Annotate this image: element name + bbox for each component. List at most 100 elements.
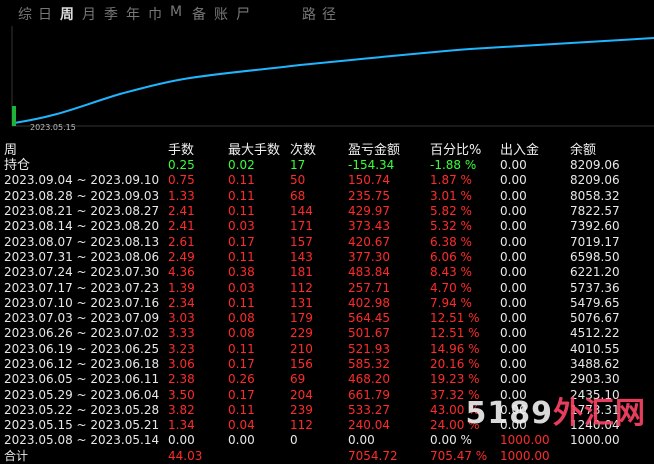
table-row[interactable]: 2023.08.28 ~ 2023.09.03 1.33 0.11 68 235.75 3… <box>4 189 650 204</box>
week-max-lots: 0.11 <box>228 402 255 417</box>
week-inout: 0.00 <box>500 372 527 387</box>
week-pct: 6.38 % <box>430 234 472 249</box>
week-lots: 3.06 <box>168 357 195 371</box>
watermark-text: 5189 <box>465 396 553 431</box>
week-pnl: 420.67 <box>348 234 390 249</box>
column-header-7[interactable]: 余额 <box>570 139 650 158</box>
week-lots: 2.61 <box>168 234 195 249</box>
tab-13[interactable]: 路 <box>302 4 316 24</box>
tab-1[interactable]: 日 <box>38 4 52 24</box>
column-header-1[interactable]: 手数 <box>168 139 228 158</box>
week-period: 2023.05.15 ~ 2023.05.21 <box>4 418 160 433</box>
week-lots: 3.03 <box>168 311 195 326</box>
week-lots: 1.33 <box>168 188 195 203</box>
week-pnl: 661.79 <box>348 387 390 402</box>
tab-10[interactable]: 尸 <box>236 4 250 24</box>
table-row[interactable]: 2023.07.24 ~ 2023.07.30 4.36 0.38 181 483.84… <box>4 265 650 280</box>
table-row[interactable]: 2023.06.19 ~ 2023.06.25 3.23 0.11 210 521.93… <box>4 342 650 357</box>
tab-14[interactable]: 径 <box>322 4 336 24</box>
week-inout: 0.00 <box>500 341 527 356</box>
week-lots: 4.36 <box>168 265 195 280</box>
tab-8[interactable]: 备 <box>192 4 206 24</box>
balance-chart <box>0 26 654 138</box>
hold-balance: 8209.06 <box>570 158 620 173</box>
week-pct: 12.51 % <box>430 311 480 326</box>
week-balance: 3488.62 <box>570 357 620 371</box>
week-pnl: 240.04 <box>348 418 390 433</box>
week-count: 144 <box>290 204 313 219</box>
table-row[interactable]: 2023.07.10 ~ 2023.07.16 2.34 0.11 131 402.98… <box>4 296 650 311</box>
tab-3[interactable]: 月 <box>82 4 96 24</box>
week-inout: 0.00 <box>500 326 527 341</box>
week-pnl: 564.45 <box>348 311 390 326</box>
table-row[interactable]: 2023.08.21 ~ 2023.08.27 2.41 0.11 144 429.97… <box>4 204 650 219</box>
tab-6[interactable]: 巾 <box>148 4 162 24</box>
hold-inout: 0.00 <box>500 158 527 173</box>
watermark-text-2: 外汇网 <box>553 396 646 431</box>
table-row[interactable]: 2023.07.31 ~ 2023.08.06 2.49 0.11 143 377.30… <box>4 250 650 265</box>
week-count: 112 <box>290 418 313 433</box>
column-header-2[interactable]: 最大手数 <box>228 139 290 158</box>
week-count: 112 <box>290 280 313 295</box>
week-period: 2023.08.14 ~ 2023.08.20 <box>4 219 160 234</box>
balance-curve-svg <box>11 26 654 127</box>
week-period: 2023.07.10 ~ 2023.07.16 <box>4 295 160 310</box>
week-balance: 4010.55 <box>570 341 620 356</box>
week-lots: 3.82 <box>168 402 195 417</box>
column-header-6[interactable]: 出入金 <box>500 139 570 158</box>
hold-pct: -1.88 % <box>430 158 477 173</box>
tab-2[interactable]: 周 <box>60 4 74 24</box>
week-max-lots: 0.11 <box>228 204 255 219</box>
week-lots: 2.41 <box>168 204 195 219</box>
week-period: 2023.06.19 ~ 2023.06.25 <box>4 341 160 356</box>
tab-9[interactable]: 账 <box>214 4 228 24</box>
total-max-empty <box>228 449 290 464</box>
total-row[interactable]: 合计 44.03 7054.72 705.47 % 1000.00 <box>4 449 650 464</box>
total-balance-empty <box>570 449 650 464</box>
table-row[interactable]: 2023.06.12 ~ 2023.06.18 3.06 0.17 156 585.32… <box>4 357 650 372</box>
week-balance: 8209.06 <box>570 173 620 188</box>
watermark-logo: 5189外汇网 <box>466 388 647 432</box>
week-period: 2023.08.28 ~ 2023.09.03 <box>4 188 160 203</box>
week-balance: 6221.20 <box>570 265 620 280</box>
week-inout: 0.00 <box>500 249 527 264</box>
hold-row[interactable]: 持仓 0.25 0.02 17 -154.34 -1.88 % 0.00 8209.06 <box>4 158 650 173</box>
table-row[interactable]: 2023.08.07 ~ 2023.08.13 2.61 0.17 157 420.67… <box>4 234 650 249</box>
table-row[interactable]: 2023.07.03 ~ 2023.07.09 3.03 0.08 179 564.45… <box>4 311 650 326</box>
week-balance: 5479.65 <box>570 295 620 310</box>
tab-5[interactable]: 年 <box>126 4 140 24</box>
week-inout: 0.00 <box>500 280 527 295</box>
week-pnl: 150.74 <box>348 173 390 188</box>
column-header-4[interactable]: 盈亏金额 <box>348 139 430 158</box>
table-row[interactable]: 2023.09.04 ~ 2023.09.10 0.75 0.11 50 150.74 1… <box>4 173 650 188</box>
hold-max-lots: 0.02 <box>228 158 255 173</box>
tab-4[interactable]: 季 <box>104 4 118 24</box>
column-header-5[interactable]: 百分比% <box>430 139 500 158</box>
tab-0[interactable]: 综 <box>18 4 32 24</box>
week-max-lots: 0.08 <box>228 326 255 341</box>
table-row[interactable]: 2023.06.05 ~ 2023.06.11 2.38 0.26 69 468.20 1… <box>4 372 650 387</box>
week-count: 143 <box>290 249 313 264</box>
hold-pnl: -154.34 <box>348 158 395 173</box>
week-lots: 2.41 <box>168 219 195 234</box>
total-lots: 44.03 <box>168 448 203 463</box>
column-header-0[interactable]: 周 <box>4 139 168 158</box>
total-label: 合计 <box>4 448 29 463</box>
week-balance: 5076.67 <box>570 311 620 326</box>
week-max-lots: 0.04 <box>228 418 255 433</box>
week-pct: 5.32 % <box>430 219 472 234</box>
week-period: 2023.07.31 ~ 2023.08.06 <box>4 249 160 264</box>
column-header-3[interactable]: 次数 <box>290 139 348 158</box>
week-inout: 0.00 <box>500 188 527 203</box>
week-balance: 7019.17 <box>570 234 620 249</box>
table-row[interactable]: 2023.06.26 ~ 2023.07.02 3.33 0.08 229 501.67… <box>4 326 650 341</box>
table-row[interactable]: 2023.08.14 ~ 2023.08.20 2.41 0.03 171 373.43… <box>4 219 650 234</box>
week-lots: 2.34 <box>168 295 195 310</box>
tab-7[interactable]: M <box>170 4 182 20</box>
period-tabs: 综日周月季年巾M备账尸 路径 <box>0 0 654 26</box>
week-max-lots: 0.11 <box>228 249 255 264</box>
week-pct: 4.70 % <box>430 280 472 295</box>
week-period: 2023.06.26 ~ 2023.07.02 <box>4 326 160 341</box>
week-lots: 3.33 <box>168 326 195 341</box>
table-row[interactable]: 2023.07.17 ~ 2023.07.23 1.39 0.03 112 257.71… <box>4 280 650 295</box>
